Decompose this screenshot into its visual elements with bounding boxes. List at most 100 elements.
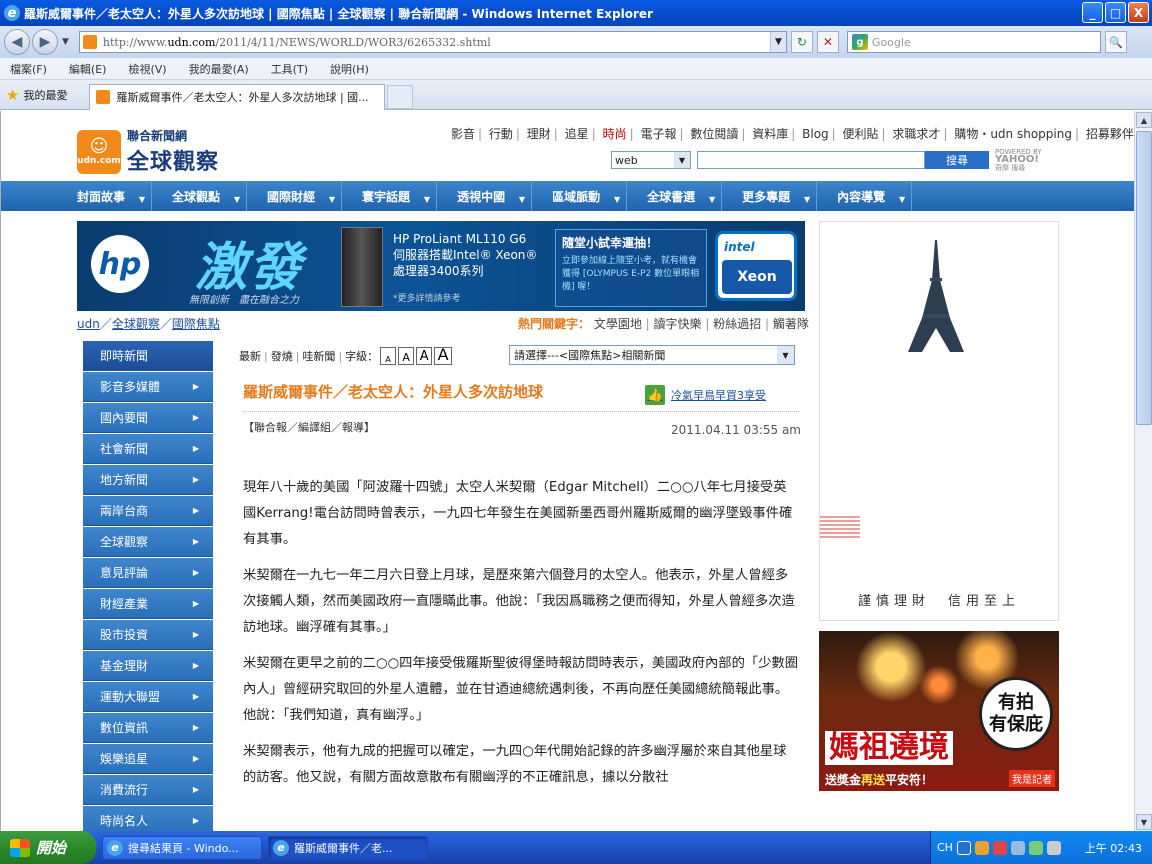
menu-tools[interactable]: 工具(T): [271, 61, 308, 77]
nav-more-topics[interactable]: 更多專題 ▼: [742, 181, 818, 211]
sidebar-item-sports[interactable]: 運動大聯盟 ▶: [83, 682, 213, 712]
network-icon[interactable]: [974, 840, 989, 855]
toplink-blog[interactable]: Blog: [802, 127, 829, 141]
sidebar-item-opinion[interactable]: 意見評論 ▶: [83, 558, 213, 588]
nav-cover-story[interactable]: 封面故事 ▼: [77, 181, 153, 211]
sidebar-item-fashion[interactable]: 時尚名人 ▶: [83, 806, 213, 831]
minimize-button[interactable]: _: [1082, 2, 1103, 23]
sidebar-item-funds[interactable]: 基金理財 ▶: [83, 651, 213, 681]
antivirus-icon[interactable]: [992, 840, 1007, 855]
logo-title: 全球觀察: [127, 150, 220, 175]
menu-file[interactable]: 檔案(F): [10, 61, 47, 77]
volume-icon[interactable]: [1010, 840, 1025, 855]
toplink-recruit[interactable]: 招募夥伴: [1086, 127, 1134, 141]
taskbar-item-article[interactable]: e 羅斯威爾事件／老...: [268, 835, 428, 860]
sidebar-item-local[interactable]: 地方新聞 ▶: [83, 465, 213, 495]
left-sidebar: 即時新聞 影音多媒體 ▶ 國內要聞 ▶ 社會新聞 ▶ 地方新聞 ▶ 兩岸台商 ▶ 全球觀察…: [83, 341, 213, 831]
keyword-link[interactable]: 粉絲過招: [713, 317, 761, 331]
help-icon[interactable]: [956, 840, 971, 855]
sidebar-item-industry[interactable]: 財經產業 ▶: [83, 589, 213, 619]
new-tab-button[interactable]: [387, 84, 414, 109]
hp-banner-ad[interactable]: hp 激發 無限創新 盡在融合之力 HP ProLiant ML110 G6 伺…: [77, 221, 805, 311]
nav-regional[interactable]: 區域脈動 ▼: [552, 181, 628, 211]
breadcrumb-udn[interactable]: udn: [77, 317, 100, 331]
toplink-jobs[interactable]: 求職求才: [892, 127, 940, 141]
vertical-scrollbar[interactable]: ▲ ▼: [1134, 111, 1152, 831]
back-button[interactable]: ◀: [4, 29, 30, 55]
history-dropdown-icon[interactable]: ▼: [62, 37, 69, 47]
mazu-ad[interactable]: 有拍 有保庇 媽祖遶境 送獎金再送平安符！ 我是記者: [819, 631, 1059, 791]
sidebar-item-consumer[interactable]: 消費流行 ▶: [83, 775, 213, 805]
related-news-select[interactable]: 請選擇---<國際焦點>相關新聞 ▼: [509, 345, 795, 365]
address-bar[interactable]: http://www. udn.com/2011/4/11/NEWS/WORLD/…: [78, 31, 787, 53]
font-size-xs-button[interactable]: A: [380, 347, 397, 365]
nav-intl-finance[interactable]: 國際財經 ▼: [267, 181, 343, 211]
breadcrumb-intl[interactable]: 國際焦點: [172, 317, 220, 331]
nav-china[interactable]: 透視中國 ▼: [457, 181, 533, 211]
keyword-link[interactable]: 文學園地: [594, 317, 642, 331]
site-search-button[interactable]: 搜尋: [925, 151, 989, 169]
favorites-star-icon[interactable]: ★: [6, 86, 19, 104]
tool-latest[interactable]: 最新: [239, 348, 261, 364]
keyword-link[interactable]: 觸著隊: [773, 317, 809, 331]
toplink-stars[interactable]: 追星: [565, 127, 589, 141]
toplink-digital-reading[interactable]: 數位閱讀: [690, 127, 738, 141]
browser-search-button[interactable]: 🔍: [1104, 31, 1127, 53]
maximize-button[interactable]: □: [1105, 2, 1126, 23]
start-button[interactable]: 開始: [0, 831, 96, 864]
nav-global-views[interactable]: 全球觀點 ▼: [172, 181, 248, 211]
forward-button[interactable]: ▶: [32, 29, 58, 55]
toplink-notes[interactable]: 便利貼: [843, 127, 879, 141]
eiffel-tower-ad[interactable]: 謹慎理財 信用至上: [819, 221, 1059, 621]
toplink-enews[interactable]: 電子報: [640, 127, 676, 141]
scroll-thumb[interactable]: [1136, 131, 1152, 425]
toplink-mobile[interactable]: 行動: [489, 127, 513, 141]
nav-content-guide[interactable]: 內容導覽 ▼: [837, 181, 913, 211]
wifi-icon[interactable]: [1028, 840, 1043, 855]
menu-edit[interactable]: 編輯(E): [69, 61, 107, 77]
sidebar-item-global[interactable]: 全球觀察 ▶: [83, 527, 213, 557]
site-logo[interactable]: ☺ udn.com 聯合新聞網 全球觀察: [77, 127, 219, 176]
sidebar-item-society[interactable]: 社會新聞 ▶: [83, 434, 213, 464]
taskbar-item-search[interactable]: e 搜尋結果頁 - Windo...: [102, 835, 262, 860]
font-size-s-button[interactable]: A: [398, 347, 415, 365]
sidebar-item-domestic[interactable]: 國內要聞 ▶: [83, 403, 213, 433]
sidebar-item-breaking[interactable]: 即時新聞: [83, 341, 213, 371]
toplink-video[interactable]: 影音: [451, 127, 475, 141]
tab-active[interactable]: 羅斯威爾事件／老太空人：外星人多次訪地球 | 國...: [89, 83, 386, 110]
scroll-down-icon[interactable]: ▼: [1136, 814, 1152, 830]
address-dropdown-icon[interactable]: ▼: [769, 32, 786, 52]
scroll-up-icon[interactable]: ▲: [1136, 112, 1152, 128]
clock[interactable]: 上午 02:43: [1085, 840, 1142, 856]
sidebar-item-stocks[interactable]: 股市投資 ▶: [83, 620, 213, 650]
browser-search-input[interactable]: g Google: [846, 31, 1101, 53]
toplink-shopping[interactable]: 購物・udn shopping: [954, 127, 1072, 141]
tool-hot[interactable]: 發燒: [271, 348, 293, 364]
menu-favorites[interactable]: 我的最愛(A): [189, 61, 249, 77]
toplink-finance[interactable]: 理財: [527, 127, 551, 141]
sidebar-item-cross-strait[interactable]: 兩岸台商 ▶: [83, 496, 213, 526]
menu-help[interactable]: 說明(H): [330, 61, 369, 77]
toplink-database[interactable]: 資料庫: [752, 127, 788, 141]
close-button[interactable]: X: [1128, 2, 1149, 23]
keyword-link[interactable]: 讀字快樂: [654, 317, 702, 331]
favorites-button[interactable]: 我的最愛: [23, 87, 67, 103]
site-search-input[interactable]: [697, 151, 925, 169]
language-indicator[interactable]: CH: [937, 841, 953, 854]
like-link[interactable]: 👍 冷氣早鳥早買3享受: [645, 385, 766, 405]
nav-world-topics[interactable]: 寰宇話題 ▼: [362, 181, 438, 211]
tool-wow[interactable]: 哇新聞: [302, 348, 335, 364]
font-size-l-button[interactable]: A: [434, 345, 453, 365]
search-scope-select[interactable]: web ▼: [611, 151, 691, 169]
sidebar-item-multimedia[interactable]: 影音多媒體 ▶: [83, 372, 213, 402]
font-size-m-button[interactable]: A: [416, 347, 433, 365]
power-icon[interactable]: [1046, 840, 1061, 855]
nav-books[interactable]: 全球書選 ▼: [647, 181, 723, 211]
refresh-button[interactable]: ↻: [790, 31, 813, 53]
sidebar-item-digital[interactable]: 數位資訊 ▶: [83, 713, 213, 743]
menu-view[interactable]: 檢視(V): [128, 61, 166, 77]
sidebar-item-entertainment[interactable]: 娛樂追星 ▶: [83, 744, 213, 774]
breadcrumb-global[interactable]: 全球觀察: [112, 317, 160, 331]
stop-button[interactable]: ✕: [816, 31, 839, 53]
toplink-fashion[interactable]: 時尚: [603, 127, 627, 141]
